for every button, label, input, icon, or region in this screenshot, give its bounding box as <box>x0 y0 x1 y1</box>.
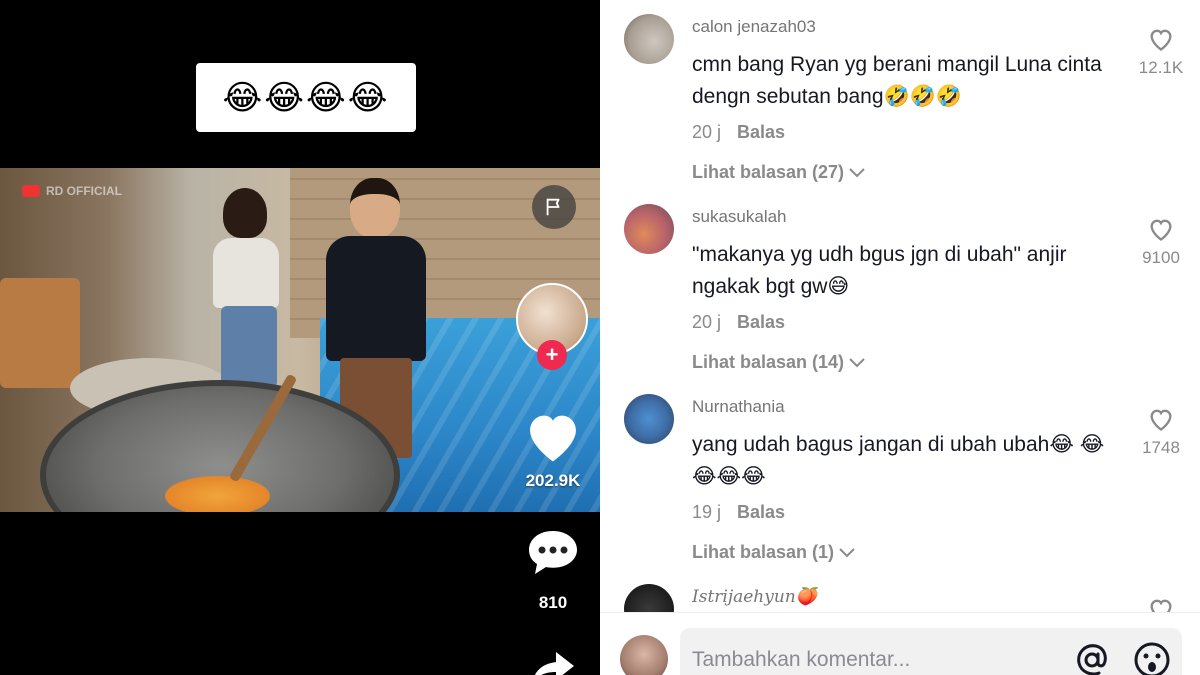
chevron-down-icon <box>839 547 855 557</box>
comment-like-button[interactable]: 9100 <box>1136 216 1186 268</box>
reply-button[interactable]: Balas <box>737 502 785 523</box>
scene-oil <box>165 476 270 512</box>
youtube-icon <box>22 185 40 197</box>
heart-outline-icon <box>1150 219 1172 241</box>
comment-time: 20 j <box>692 312 722 332</box>
comment-like-count: 1748 <box>1142 438 1180 457</box>
comment-count: 810 <box>538 593 568 612</box>
comment-avatar[interactable] <box>624 14 674 64</box>
comment-input-bar: Tambahkan komentar... <box>600 612 1200 675</box>
scene-sofa <box>0 278 80 388</box>
video-panel[interactable]: 😂😂😂😂 RD OFFICIAL + 202.9K 810 <box>0 0 600 675</box>
comment-username[interactable]: Istrijaehyun🍑 <box>692 587 817 607</box>
comment-input-placeholder: Tambahkan komentar... <box>692 648 911 671</box>
comment-text: "makanya yg udh bgus jgn di ubah" anjir … <box>692 243 1067 298</box>
comment-text: yang udah bagus jangan di ubah ubah😂 😂😂😂… <box>692 433 1105 488</box>
heart-outline-icon <box>1150 409 1172 431</box>
heart-outline-icon <box>1150 29 1172 51</box>
share-arrow-icon[interactable] <box>528 648 578 675</box>
comment-meta: 20 j Balas <box>692 122 785 143</box>
comment-time: 20 j <box>692 122 722 142</box>
comment-like-button[interactable]: 12.1K <box>1136 26 1186 78</box>
scene-woman <box>205 188 285 388</box>
comment-username[interactable]: sukasukalah <box>692 207 787 227</box>
chevron-down-icon <box>849 357 865 367</box>
emoji-picker-icon[interactable] <box>1132 640 1172 675</box>
comment-username[interactable]: Nurnathania <box>692 397 785 417</box>
comment-username[interactable]: calon jenazah03 <box>692 17 816 37</box>
comment-meta: 19 j Balas <box>692 502 785 523</box>
comment-bubble-icon[interactable] <box>526 528 580 578</box>
follow-button[interactable]: + <box>537 340 567 370</box>
reply-button[interactable]: Balas <box>737 312 785 333</box>
comment-like-count: 12.1K <box>1138 58 1184 77</box>
caption-emojis: 😂😂😂😂 <box>222 77 390 118</box>
comment-like-count: 9100 <box>1142 248 1180 267</box>
at-mention-icon[interactable] <box>1072 640 1112 675</box>
comment-text: cmn bang Ryan yg berani mangil Luna cint… <box>692 53 1102 108</box>
comment-input[interactable]: Tambahkan komentar... <box>680 628 1182 675</box>
comment-meta: 20 j Balas <box>692 312 785 333</box>
view-replies-button[interactable]: Lihat balasan (27) <box>692 162 866 183</box>
view-replies-button[interactable]: Lihat balasan (1) <box>692 542 856 563</box>
flag-icon <box>546 198 560 216</box>
like-heart-icon[interactable] <box>522 408 584 464</box>
reply-button[interactable]: Balas <box>737 122 785 143</box>
report-flag-button[interactable] <box>532 185 576 229</box>
like-count: 202.9K <box>525 471 581 490</box>
comment-avatar[interactable] <box>624 204 674 254</box>
view-replies-button[interactable]: Lihat balasan (14) <box>692 352 866 373</box>
comment-like-button[interactable]: 1748 <box>1136 406 1186 458</box>
video-frame[interactable]: RD OFFICIAL <box>0 168 600 512</box>
comment-time: 19 j <box>692 502 722 522</box>
my-avatar <box>620 635 668 675</box>
comments-panel[interactable]: calon jenazah03 cmn bang Ryan yg berani … <box>600 0 1200 675</box>
video-watermark: RD OFFICIAL <box>22 184 122 198</box>
comment-avatar[interactable] <box>624 394 674 444</box>
chevron-down-icon <box>849 167 865 177</box>
video-caption-sticker: 😂😂😂😂 <box>196 63 416 132</box>
